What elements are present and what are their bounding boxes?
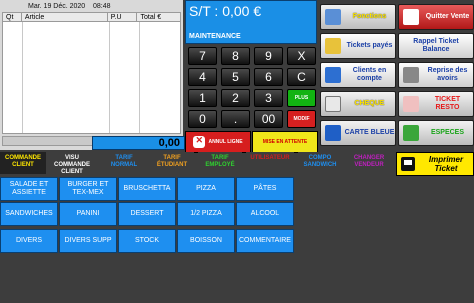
- tarif-normal-button[interactable]: TARIF NORMAL: [102, 152, 146, 174]
- users-icon: [325, 67, 341, 83]
- utilisateur-button[interactable]: UTILISATEUR: [246, 152, 294, 174]
- key-clear[interactable]: C: [287, 68, 316, 86]
- product-boisson[interactable]: BOISSON: [177, 229, 235, 253]
- reprise-avoirs-button[interactable]: Reprise des avoirs: [398, 62, 474, 88]
- compo-sandwich-button[interactable]: COMPO SANDWICH: [298, 152, 342, 174]
- key-multiply[interactable]: X: [287, 47, 316, 65]
- product-sandwiches[interactable]: SANDWICHES: [0, 202, 58, 226]
- cheque-button[interactable]: CHEQUE: [320, 91, 396, 117]
- tools-icon: [325, 9, 341, 25]
- ticket-total: 0,00: [92, 136, 185, 150]
- modif-button[interactable]: MODIF: [287, 110, 316, 128]
- col-total: Total €: [140, 14, 162, 21]
- key-6[interactable]: 6: [254, 68, 283, 86]
- cheque-icon: [325, 96, 341, 112]
- ticket-lines[interactable]: [2, 22, 181, 134]
- ticket-header: Qt Article P.U Total €: [2, 12, 181, 22]
- product-burger[interactable]: BURGER ET TEX-MEX: [59, 177, 117, 201]
- changer-vendeur-button[interactable]: CHANGER VENDEUR: [346, 152, 392, 174]
- product-salade[interactable]: SALADE ET ASSIETTE: [0, 177, 58, 201]
- ticket-datetime: Mar. 19 Déc. 2020 08:48: [0, 2, 183, 11]
- key-5[interactable]: 5: [221, 68, 250, 86]
- product-commentaire[interactable]: COMMENTAIRE: [236, 229, 294, 253]
- key-3[interactable]: 3: [254, 89, 283, 107]
- tarif-employe-button[interactable]: TARIF EMPLOYÉ: [198, 152, 242, 174]
- key-8[interactable]: 8: [221, 47, 250, 65]
- key-7[interactable]: 7: [188, 47, 217, 65]
- voucher-icon: [403, 96, 419, 112]
- key-9[interactable]: 9: [254, 47, 283, 65]
- amount-display: S/T : 0,00 € MAINTENANCE: [185, 0, 317, 44]
- product-divers-supp[interactable]: DIVERS SUPP: [59, 229, 117, 253]
- subtotal-text: S/T : 0,00 €: [189, 3, 262, 19]
- tickets-payes-button[interactable]: Tickets payés: [320, 33, 396, 59]
- mode-text: MAINTENANCE: [189, 33, 241, 40]
- key-4[interactable]: 4: [188, 68, 217, 86]
- ticket-time: 08:48: [93, 3, 111, 10]
- quitter-vente-button[interactable]: Quitter Vente: [398, 4, 474, 30]
- key-decimal[interactable]: .: [221, 110, 250, 128]
- product-divers[interactable]: DIVERS: [0, 229, 58, 253]
- col-pu: P.U: [108, 13, 138, 21]
- clients-en-compte-button[interactable]: Clients en compte: [320, 62, 396, 88]
- imprimer-ticket-button[interactable]: Imprimer Ticket: [396, 152, 474, 176]
- cash-register-icon: [403, 67, 419, 83]
- key-00[interactable]: 00: [254, 110, 283, 128]
- visu-commande-client-button[interactable]: VISU COMMANDE CLIENT: [50, 152, 94, 175]
- col-qt: Qt: [3, 13, 22, 21]
- product-half-pizza[interactable]: 1/2 PIZZA: [177, 202, 235, 226]
- product-alcool[interactable]: ALCOOL: [236, 202, 294, 226]
- product-stock[interactable]: STOCK: [118, 229, 176, 253]
- credit-card-icon: [325, 125, 341, 141]
- annul-ligne-button[interactable]: ANNUL LIGNE: [185, 131, 251, 153]
- printer-icon: [401, 157, 415, 171]
- rappel-ticket-button[interactable]: Rappel Ticket Balance: [398, 33, 474, 59]
- key-2[interactable]: 2: [221, 89, 250, 107]
- tarif-etudiant-button[interactable]: TARIF ÉTUDIANT: [150, 152, 194, 174]
- product-pates[interactable]: PÂTES: [236, 177, 294, 201]
- ticket-resto-button[interactable]: TICKET RESTO: [398, 91, 474, 117]
- especes-button[interactable]: ESPECES: [398, 120, 474, 146]
- key-1[interactable]: 1: [188, 89, 217, 107]
- ticket-panel: Mar. 19 Déc. 2020 08:48 Qt Article P.U T…: [0, 0, 183, 150]
- product-panini[interactable]: PANINI: [59, 202, 117, 226]
- mise-en-attente-button[interactable]: MISE EN ATTENTE: [252, 131, 318, 153]
- product-pizza[interactable]: PIZZA: [177, 177, 235, 201]
- col-article: Article: [22, 13, 108, 21]
- carte-bleue-button[interactable]: CARTE BLEUE: [320, 120, 396, 146]
- cash-icon: [403, 125, 419, 141]
- ticket-date: Mar. 19 Déc. 2020: [28, 3, 86, 10]
- commande-client-button[interactable]: COMMANDE CLIENT: [0, 152, 46, 174]
- product-bruschetta[interactable]: BRUSCHETTA: [118, 177, 176, 201]
- product-dessert[interactable]: DESSERT: [118, 202, 176, 226]
- tickets-icon: [325, 38, 341, 54]
- plus-button[interactable]: PLUS: [287, 89, 316, 107]
- delete-line-icon: [193, 135, 206, 148]
- annul-ligne-label: ANNUL LIGNE: [208, 139, 243, 145]
- fonctions-button[interactable]: Fonctions: [320, 4, 396, 30]
- key-0[interactable]: 0: [188, 110, 217, 128]
- exit-door-icon: [403, 9, 419, 25]
